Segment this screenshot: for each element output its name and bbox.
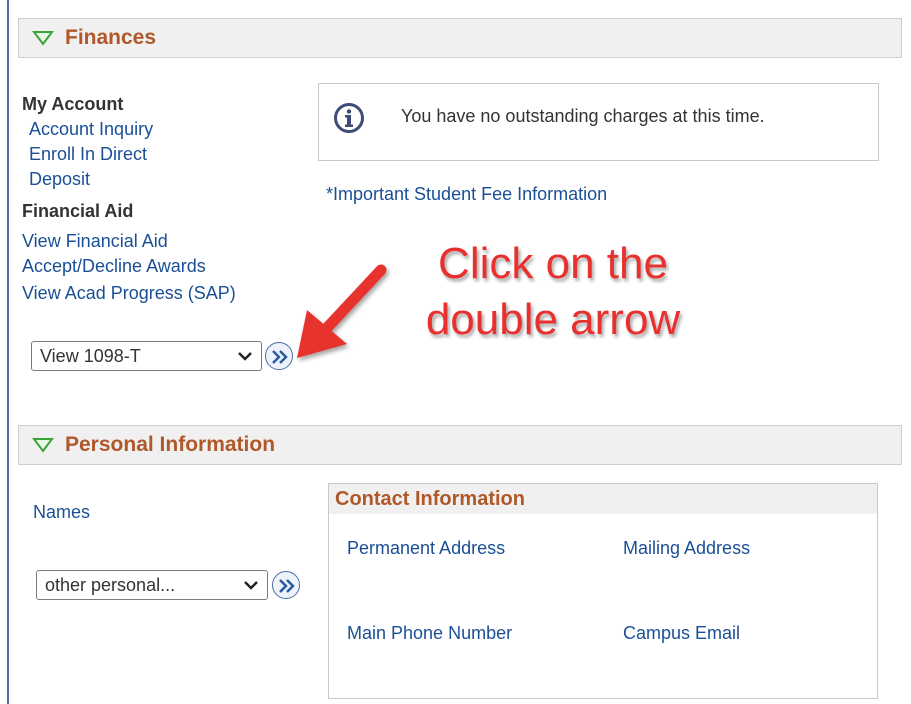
student-fee-info-link[interactable]: *Important Student Fee Information bbox=[326, 184, 607, 205]
annotation-line-2: double arrow bbox=[425, 295, 681, 344]
deposit-link[interactable]: Deposit bbox=[29, 169, 90, 190]
double-arrow-icon bbox=[279, 579, 295, 593]
mailing-address-link[interactable]: Mailing Address bbox=[623, 538, 750, 559]
info-icon bbox=[334, 103, 364, 133]
instruction-annotation: Click on the double arrow bbox=[398, 236, 708, 348]
collapse-triangle-icon[interactable] bbox=[32, 437, 54, 453]
collapse-triangle-icon[interactable] bbox=[32, 30, 54, 46]
finances-section-header[interactable]: Finances bbox=[18, 18, 902, 58]
personal-go-button[interactable] bbox=[272, 571, 300, 599]
view-financial-aid-link[interactable]: View Financial Aid bbox=[22, 231, 168, 252]
main-phone-number-link[interactable]: Main Phone Number bbox=[347, 623, 512, 644]
finances-title: Finances bbox=[65, 26, 157, 49]
enroll-direct-deposit-link[interactable]: Enroll In Direct bbox=[29, 144, 147, 165]
accept-decline-awards-link[interactable]: Accept/Decline Awards bbox=[22, 256, 206, 277]
no-charges-message-box: You have no outstanding charges at this … bbox=[318, 83, 879, 161]
names-link[interactable]: Names bbox=[33, 502, 90, 523]
finances-action-select[interactable]: View 1098-T bbox=[31, 341, 262, 371]
financial-aid-label: Financial Aid bbox=[22, 201, 134, 221]
personal-info-section-header[interactable]: Personal Information bbox=[18, 425, 902, 465]
chevron-down-icon bbox=[244, 581, 258, 590]
permanent-address-link[interactable]: Permanent Address bbox=[347, 538, 505, 559]
red-arrow-icon bbox=[297, 264, 387, 358]
finances-select-value: View 1098-T bbox=[40, 345, 141, 366]
personal-action-select[interactable]: other personal... bbox=[36, 570, 268, 600]
personal-select-value: other personal... bbox=[45, 574, 176, 595]
annotation-line-1: Click on the bbox=[438, 239, 668, 288]
account-inquiry-link[interactable]: Account Inquiry bbox=[29, 119, 153, 140]
no-charges-message: You have no outstanding charges at this … bbox=[401, 106, 765, 126]
my-account-label: My Account bbox=[22, 94, 124, 114]
personal-info-title: Personal Information bbox=[65, 433, 276, 456]
view-acad-progress-link[interactable]: View Acad Progress (SAP) bbox=[22, 283, 236, 304]
chevron-down-icon bbox=[238, 352, 252, 361]
contact-info-title: Contact Information bbox=[329, 484, 877, 514]
contact-info-box: Contact Information Permanent Address Ma… bbox=[328, 483, 878, 699]
campus-email-link[interactable]: Campus Email bbox=[623, 623, 740, 644]
